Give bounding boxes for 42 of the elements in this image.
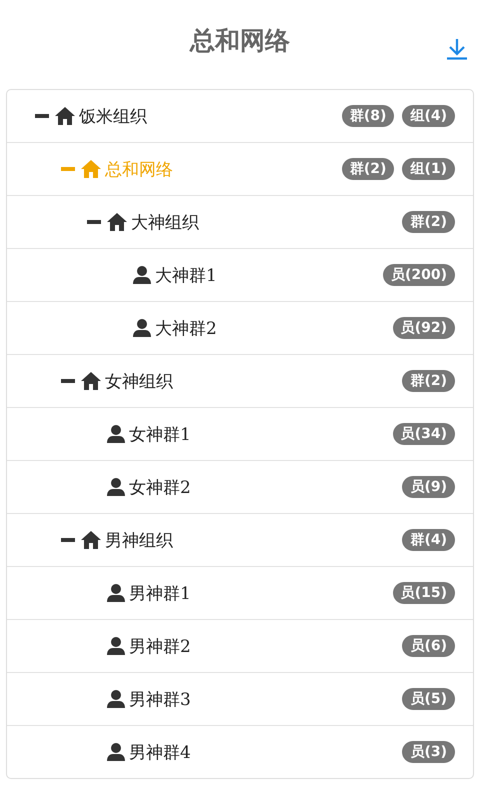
person-icon bbox=[133, 319, 151, 337]
count-badge: 群(2) bbox=[342, 158, 394, 180]
tree-item[interactable]: 男神组织 bbox=[105, 528, 173, 552]
person-icon bbox=[107, 478, 125, 496]
tree-item[interactable]: 大神群1 bbox=[155, 264, 217, 286]
count-badge: 员(5) bbox=[402, 688, 455, 710]
tree-item[interactable]: 大神群2 bbox=[155, 316, 217, 340]
tree-item[interactable]: 女神群1 bbox=[129, 422, 191, 446]
count-badge: 员(3) bbox=[402, 741, 455, 763]
count-badge: 群(4) bbox=[402, 529, 455, 551]
count-badge: 群(2) bbox=[402, 211, 455, 233]
count-badge: 员(92) bbox=[392, 317, 455, 339]
count-badge: 员(6) bbox=[402, 635, 455, 657]
tree-item[interactable]: 大神组织 bbox=[131, 210, 199, 234]
house-icon bbox=[81, 372, 101, 390]
page-title: 总和网络 bbox=[190, 25, 290, 57]
house-icon bbox=[107, 213, 127, 231]
house-icon bbox=[81, 531, 101, 549]
tree-item[interactable]: 饭米组织 bbox=[79, 104, 147, 128]
count-badge: 群(2) bbox=[402, 370, 455, 392]
count-badge: 员(9) bbox=[402, 476, 455, 498]
person-icon bbox=[133, 266, 151, 284]
house-icon bbox=[81, 160, 101, 178]
house-icon bbox=[55, 107, 75, 125]
count-badge: 组(4) bbox=[402, 105, 455, 127]
download-icon[interactable] bbox=[446, 38, 468, 60]
person-icon bbox=[107, 425, 125, 443]
tree-item[interactable]: 女神群2 bbox=[129, 476, 191, 498]
tree-item[interactable]: 女神组织 bbox=[105, 370, 173, 392]
count-badge: 组(1) bbox=[402, 158, 455, 180]
person-icon bbox=[107, 637, 125, 655]
person-icon bbox=[107, 584, 125, 602]
tree-item[interactable]: 男神群2 bbox=[129, 634, 191, 658]
count-badge: 员(200) bbox=[382, 264, 455, 286]
tree-item[interactable]: 男神群4 bbox=[129, 740, 191, 764]
tree-item[interactable]: 男神群1 bbox=[129, 582, 191, 604]
count-badge: 员(15) bbox=[392, 582, 455, 604]
tree-item[interactable]: 男神群3 bbox=[129, 688, 191, 710]
count-badge: 员(34) bbox=[392, 423, 455, 445]
person-icon bbox=[107, 743, 125, 761]
person-icon bbox=[107, 690, 125, 708]
count-badge: 群(8) bbox=[342, 105, 394, 127]
